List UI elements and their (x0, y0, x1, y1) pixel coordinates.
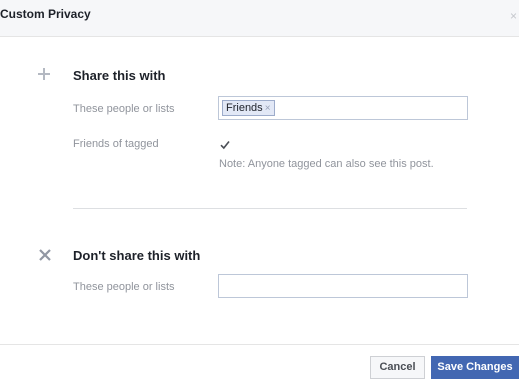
friends-of-tagged-label: Friends of tagged (73, 138, 159, 150)
share-section-heading: Share this with (73, 68, 166, 83)
dialog-title: Custom Privacy (0, 7, 91, 21)
token-friends: Friends × (222, 100, 275, 116)
dont-share-people-input[interactable] (218, 274, 468, 298)
plus-icon (36, 66, 52, 82)
share-people-label: These people or lists (73, 103, 175, 115)
save-changes-button[interactable]: Save Changes (431, 356, 519, 379)
dont-share-section-heading: Don't share this with (73, 248, 201, 263)
dont-share-people-label: These people or lists (73, 281, 175, 293)
friends-of-tagged-checkbox[interactable] (219, 138, 231, 150)
footer-divider (0, 344, 519, 345)
cancel-button[interactable]: Cancel (370, 356, 425, 379)
cross-icon (37, 247, 53, 263)
token-remove-icon[interactable]: × (265, 103, 271, 114)
tagged-note: Note: Anyone tagged can also see this po… (219, 158, 434, 170)
section-divider (73, 208, 467, 209)
close-icon[interactable]: × (510, 9, 519, 23)
token-label: Friends (226, 102, 263, 114)
share-people-input[interactable]: Friends × (218, 96, 468, 120)
